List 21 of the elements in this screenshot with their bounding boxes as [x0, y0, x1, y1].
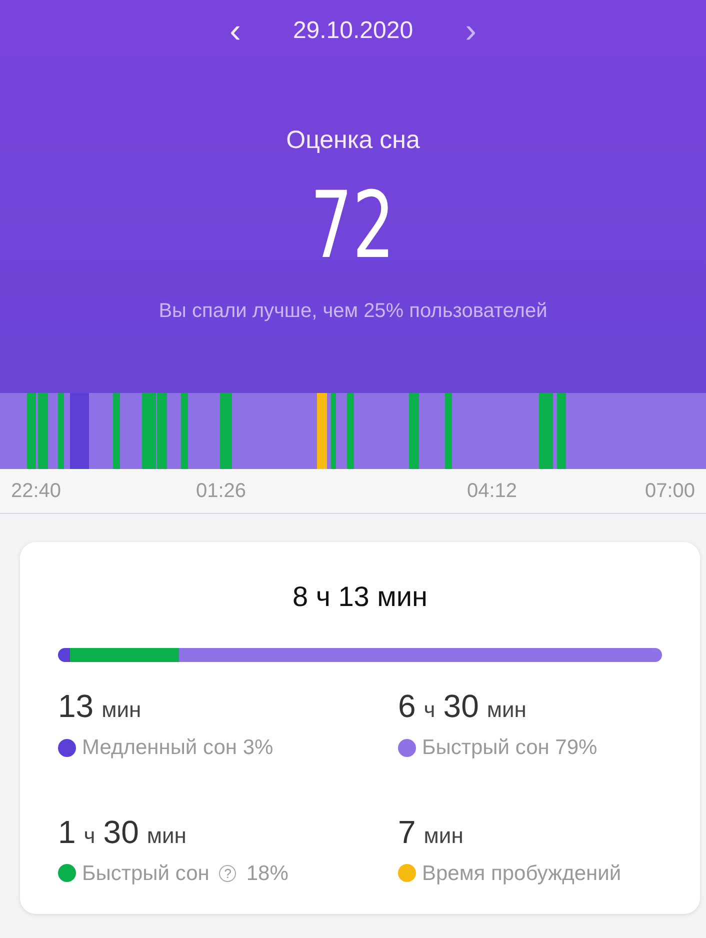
total-duration: 8 ч 13 мин	[292, 580, 428, 614]
score-comparison: Вы спали лучше, чем 25% пользователей	[158, 298, 548, 324]
legend-label: Быстрый сон 79%	[422, 735, 598, 761]
duration-value: 1 ч 30 мин	[58, 812, 188, 852]
duration-value: 13 мин	[58, 687, 142, 726]
legend-label: Быстрый сон	[82, 860, 210, 886]
duration-value: 6 ч 30 мин	[398, 687, 528, 726]
time-label: 04:12	[467, 479, 518, 504]
legend-label: Время пробуждений	[422, 860, 622, 886]
time-label: 07:00	[645, 479, 696, 504]
legend-label: Медленный сон 3%	[82, 735, 274, 761]
help-icon: ?	[219, 864, 236, 882]
percent-label: 18%	[246, 860, 288, 886]
score-value: 72	[310, 180, 396, 272]
time-label: 22:40	[11, 479, 62, 504]
score-title: Оценка сна	[286, 125, 420, 156]
previous-button[interactable]: ‹	[226, 14, 245, 48]
date-label: 29.10.2020	[292, 16, 414, 46]
duration-value: 7 мин	[398, 812, 464, 852]
time-label: 01:26	[196, 479, 248, 504]
next-button[interactable]: ›	[461, 14, 480, 48]
